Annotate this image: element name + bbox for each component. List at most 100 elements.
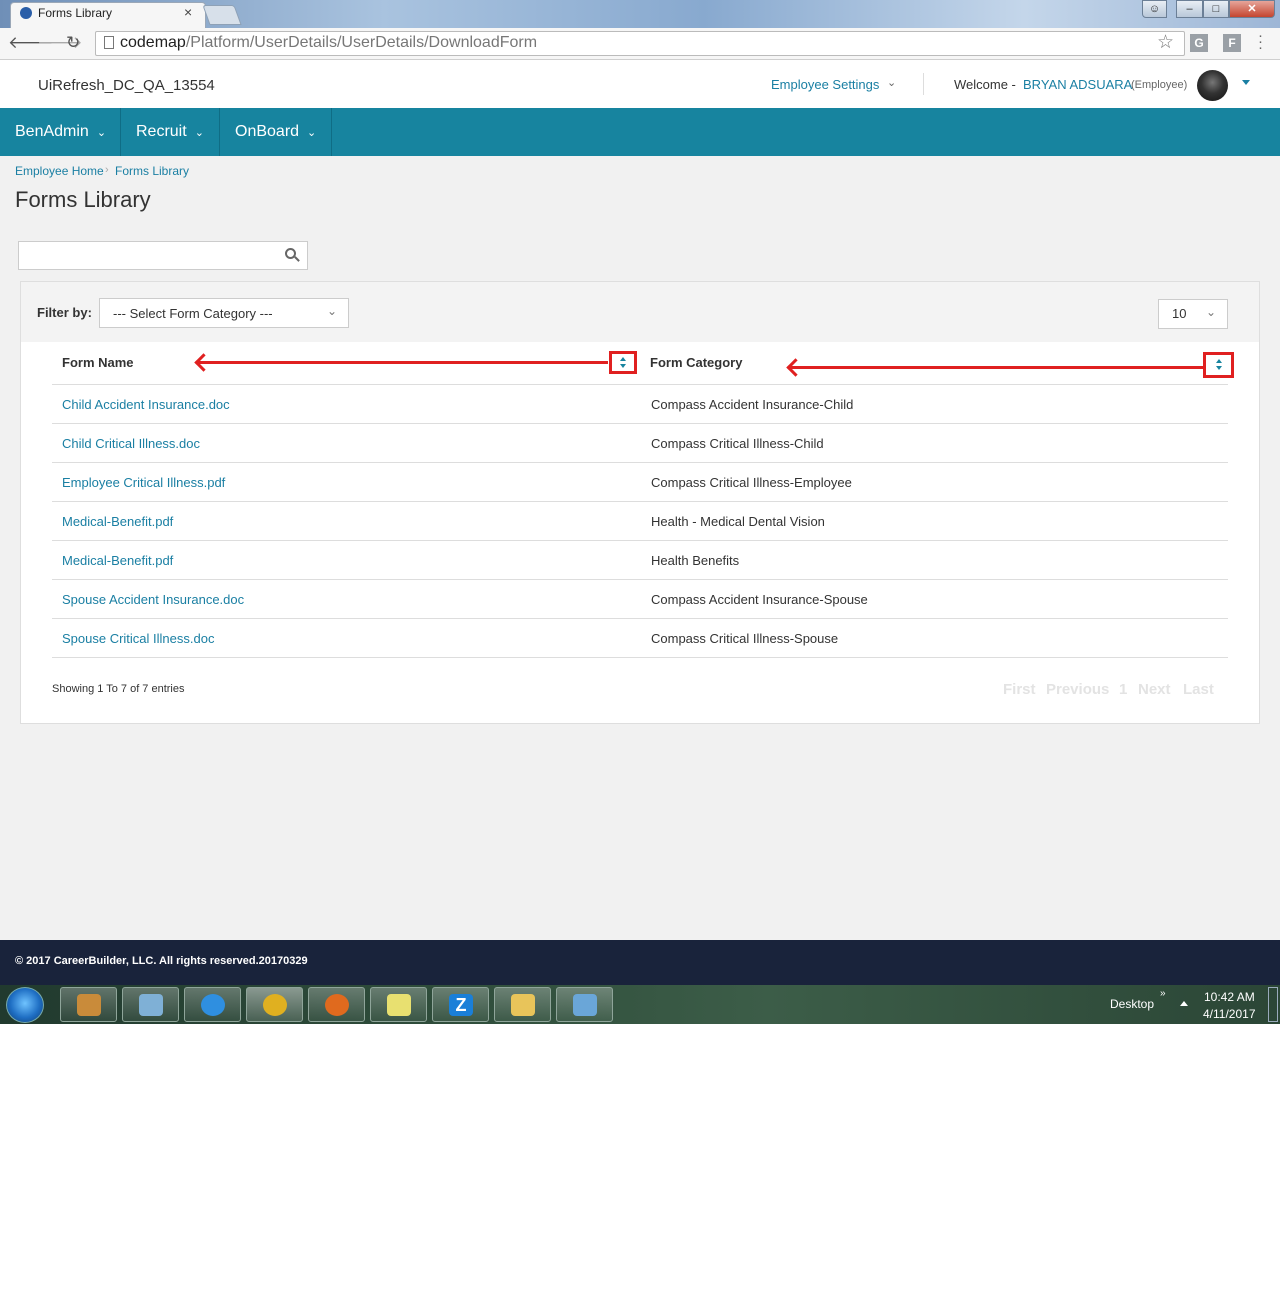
nav-item-label: Recruit: [136, 123, 187, 140]
sort-form-category-icon[interactable]: [1203, 352, 1234, 378]
page-info-icon[interactable]: [104, 36, 114, 49]
nav-item-label: BenAdmin: [15, 123, 89, 140]
breadcrumb-current[interactable]: Forms Library: [115, 164, 189, 178]
pagination-previous-button[interactable]: Previous: [1046, 681, 1109, 698]
column-header-form-category[interactable]: Form Category: [650, 355, 742, 370]
breadcrumb-home-link[interactable]: Employee Home: [15, 164, 104, 178]
chevron-down-icon[interactable]: ⌄: [327, 304, 337, 318]
taskbar-image-viewer-button[interactable]: [556, 987, 613, 1022]
table-row: Spouse Critical Illness.doc Compass Criti…: [52, 619, 1228, 658]
taskbar-zoom-button[interactable]: Z: [432, 987, 489, 1022]
file-explorer-icon: [511, 994, 535, 1016]
tab-title: Forms Library: [38, 6, 113, 20]
show-desktop-button[interactable]: [1268, 987, 1278, 1022]
zoom-icon: Z: [449, 994, 473, 1016]
pagination-page-1[interactable]: 1: [1119, 681, 1127, 698]
new-tab-button[interactable]: [202, 5, 242, 25]
taskbar-firefox-button[interactable]: [308, 987, 365, 1022]
breadcrumb-separator: ›: [105, 164, 109, 176]
chrome-icon: [263, 994, 287, 1016]
taskbar-desktop-label[interactable]: Desktop: [1110, 997, 1154, 1011]
form-category: Compass Critical Illness-Employee: [651, 475, 852, 490]
window-minimize-button[interactable]: –: [1176, 0, 1203, 18]
browser-menu-icon[interactable]: · · ·: [1258, 28, 1263, 55]
form-name-link[interactable]: Medical-Benefit.pdf: [62, 553, 173, 568]
form-name-link[interactable]: Spouse Accident Insurance.doc: [62, 592, 244, 607]
nav-item-benadmin[interactable]: BenAdmin ⌄: [0, 108, 121, 156]
extension-g-icon[interactable]: G: [1190, 34, 1208, 52]
firefox-icon: [325, 994, 349, 1016]
pagination-next-button[interactable]: Next: [1138, 681, 1171, 698]
window-maximize-button[interactable]: □: [1203, 0, 1229, 18]
table-row: Employee Critical Illness.pdf Compass Cri…: [52, 463, 1228, 502]
page-size-value[interactable]: 10: [1172, 306, 1186, 321]
filter-label: Filter by:: [37, 305, 92, 320]
chevron-down-icon: ⌄: [194, 127, 204, 139]
table-row: Medical-Benefit.pdf Health - Medical Dent…: [52, 502, 1228, 541]
pagination-first-button[interactable]: First: [1003, 681, 1036, 698]
sticky-notes-icon: [387, 994, 411, 1016]
nav-item-label: OnBoard: [235, 123, 300, 140]
page-title: Forms Library: [15, 187, 151, 212]
image-viewer-icon: [573, 994, 597, 1016]
taskbar-clock-time[interactable]: 10:42 AM: [1204, 990, 1255, 1004]
form-name-link[interactable]: Medical-Benefit.pdf: [62, 514, 173, 529]
nav-item-recruit[interactable]: Recruit ⌄: [121, 108, 220, 156]
taskbar-paint-button[interactable]: [60, 987, 117, 1022]
bookmark-star-icon[interactable]: ☆: [1157, 31, 1174, 54]
toolbar-overflow-icon[interactable]: »: [1160, 988, 1166, 999]
annotation-arrow-line: [790, 366, 1203, 369]
url-host: codemap: [120, 34, 186, 51]
table-row: Medical-Benefit.pdf Health Benefits: [52, 541, 1228, 580]
entries-count: Showing 1 To 7 of 7 entries: [52, 683, 185, 695]
header-divider: [923, 73, 924, 95]
url-text[interactable]: codemap/Platform/UserDetails/UserDetails…: [120, 34, 537, 52]
chevron-down-icon[interactable]: ⌄: [1206, 305, 1216, 319]
url-path: /Platform/UserDetails/UserDetails/Downlo…: [185, 34, 538, 51]
form-name-link[interactable]: Employee Critical Illness.pdf: [62, 475, 225, 490]
pagination-last-button[interactable]: Last: [1183, 681, 1214, 698]
taskbar-internet-explorer-button[interactable]: [184, 987, 241, 1022]
window-user-button[interactable]: ☺: [1142, 0, 1167, 18]
table-row: Child Critical Illness.doc Compass Critic…: [52, 424, 1228, 463]
user-name-link[interactable]: BRYAN ADSUARA: [1023, 77, 1132, 92]
taskbar-file-explorer-button[interactable]: [494, 987, 551, 1022]
tab-close-icon[interactable]: ×: [184, 4, 192, 20]
form-category: Compass Critical Illness-Spouse: [651, 631, 839, 646]
form-category: Compass Accident Insurance-Spouse: [651, 592, 868, 607]
taskbar-sticky-notes-button[interactable]: [370, 987, 427, 1022]
taskbar-notepad-button[interactable]: [122, 987, 179, 1022]
sort-form-name-icon[interactable]: [609, 351, 637, 374]
windows-start-button[interactable]: [6, 987, 44, 1023]
employee-settings-menu[interactable]: Employee Settings: [771, 77, 879, 92]
chevron-down-icon[interactable]: ⌄: [887, 76, 896, 89]
table-row: Child Accident Insurance.doc Compass Acci…: [52, 385, 1228, 424]
user-menu-caret-icon[interactable]: [1242, 80, 1250, 85]
extension-f-icon[interactable]: F: [1223, 34, 1241, 52]
form-category: Health Benefits: [651, 553, 740, 568]
avatar[interactable]: [1197, 70, 1228, 101]
chevron-down-icon: ⌄: [96, 127, 107, 139]
internet-explorer-icon: [201, 994, 225, 1016]
page-size-select[interactable]: [1158, 299, 1228, 329]
form-name-link[interactable]: Child Critical Illness.doc: [62, 436, 200, 451]
show-hidden-icons-icon[interactable]: [1180, 1001, 1188, 1006]
form-name-link[interactable]: Child Accident Insurance.doc: [62, 397, 230, 412]
environment-name: UiRefresh_DC_QA_13554: [38, 77, 215, 94]
notepad-icon: [139, 994, 163, 1016]
chevron-down-icon: ⌄: [307, 127, 317, 139]
nav-item-onboard[interactable]: OnBoard ⌄: [220, 108, 332, 156]
category-select-value[interactable]: --- Select Form Category ---: [113, 306, 273, 321]
column-header-form-name[interactable]: Form Name: [62, 355, 134, 370]
window-close-button[interactable]: ✕: [1229, 0, 1275, 18]
table-row: Spouse Accident Insurance.doc Compass Acc…: [52, 580, 1228, 619]
taskbar-chrome-button[interactable]: [246, 987, 303, 1022]
tab-favicon-icon: [20, 7, 32, 19]
taskbar-clock-date[interactable]: 4/11/2017: [1203, 1007, 1256, 1021]
reload-icon[interactable]: ↻: [66, 33, 80, 53]
welcome-label: Welcome -: [954, 77, 1016, 92]
search-input[interactable]: [18, 241, 308, 270]
annotation-arrow-line: [198, 361, 608, 364]
form-category: Compass Critical Illness-Child: [651, 436, 824, 451]
form-name-link[interactable]: Spouse Critical Illness.doc: [62, 631, 214, 646]
